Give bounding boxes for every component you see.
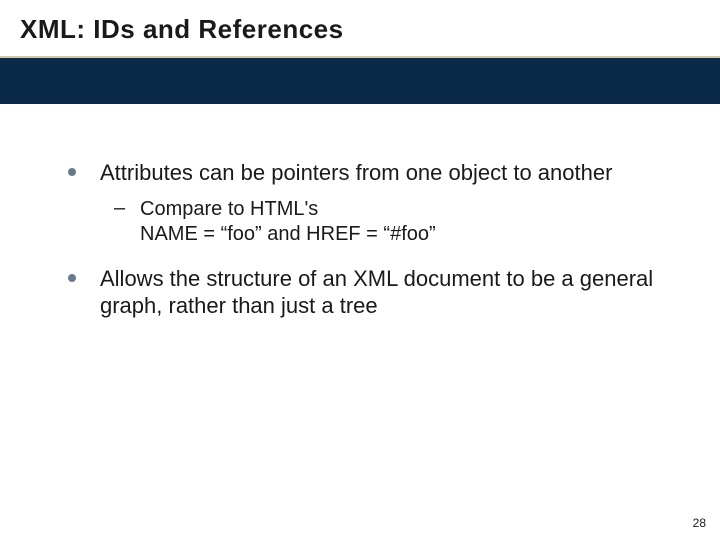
sub-text-line1: Compare to HTML's (140, 197, 680, 222)
bullet-dot-icon (68, 274, 76, 282)
title-area: XML: IDs and References (0, 0, 720, 56)
bullet-item: Allows the structure of an XML document … (40, 265, 680, 320)
bullet-text: Allows the structure of an XML document … (100, 265, 680, 320)
sub-text-line2: NAME = “foo” and HREF = “#foo” (140, 222, 680, 247)
bullet-item: Attributes can be pointers from one obje… (40, 159, 680, 247)
header-band (0, 56, 720, 104)
bullet-list: Attributes can be pointers from one obje… (40, 159, 680, 320)
dash-icon: – (114, 197, 125, 220)
sub-item: – Compare to HTML's NAME = “foo” and HRE… (100, 197, 680, 247)
slide-title: XML: IDs and References (20, 14, 700, 45)
sub-list: – Compare to HTML's NAME = “foo” and HRE… (100, 197, 680, 247)
slide-content: Attributes can be pointers from one obje… (0, 104, 720, 320)
page-number: 28 (693, 516, 706, 530)
bullet-dot-icon (68, 168, 76, 176)
bullet-text: Attributes can be pointers from one obje… (100, 159, 680, 187)
